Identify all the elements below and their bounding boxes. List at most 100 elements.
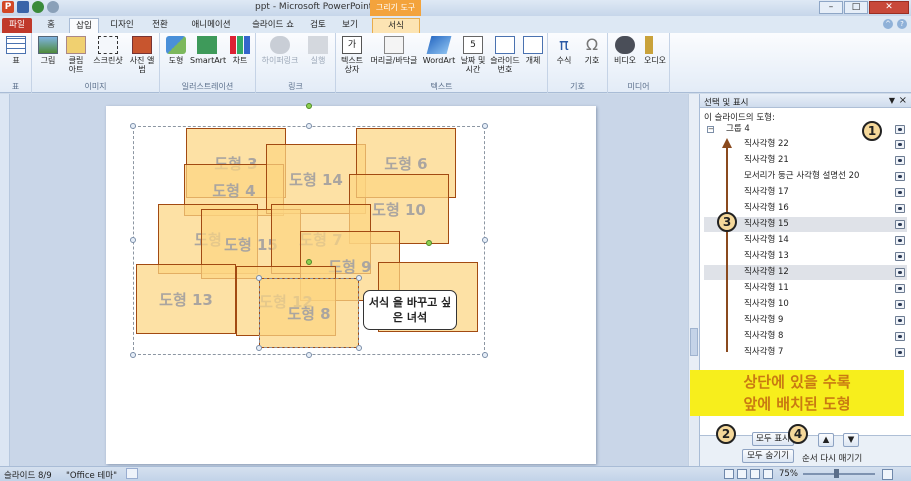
zoom-level[interactable]: 75% <box>779 469 798 479</box>
shapes-button[interactable]: 도형 <box>164 36 188 65</box>
visibility-eye-icon[interactable] <box>895 348 905 357</box>
visibility-eye-icon[interactable] <box>895 204 905 213</box>
collapse-toggle-icon[interactable]: − <box>707 126 714 133</box>
list-item[interactable]: 직사각형 16 <box>704 201 907 216</box>
list-item[interactable]: 직사각형 17 <box>704 185 907 200</box>
text-box-button[interactable]: 가 텍스트 상자 <box>338 36 366 74</box>
wordart-button[interactable]: WordArt <box>422 36 456 65</box>
clip-art-button[interactable]: 클립 아트 <box>64 36 88 74</box>
reading-view-icon[interactable] <box>750 469 760 479</box>
screenshot-button[interactable]: 스크린샷 <box>92 36 124 65</box>
rotation-handle[interactable] <box>306 103 312 109</box>
tab-design[interactable]: 디자인 <box>104 18 140 33</box>
visibility-eye-icon[interactable] <box>895 284 905 293</box>
resize-handle[interactable] <box>306 123 312 129</box>
minimize-ribbon-icon[interactable]: ^ <box>883 19 893 29</box>
resize-handle[interactable] <box>482 237 488 243</box>
visibility-eye-icon[interactable] <box>895 140 905 149</box>
close-button[interactable]: ✕ <box>869 1 909 14</box>
resize-handle[interactable] <box>356 275 362 281</box>
visibility-eye-icon[interactable] <box>895 300 905 309</box>
powerpoint-logo-icon[interactable]: P <box>2 1 14 13</box>
fit-to-window-icon[interactable] <box>882 469 893 480</box>
slideshow-view-icon[interactable] <box>763 469 773 479</box>
rotation-handle[interactable] <box>306 259 312 265</box>
object-button[interactable]: 개체 <box>522 36 544 65</box>
resize-handle[interactable] <box>130 352 136 358</box>
list-item[interactable]: 직사각형 11 <box>704 281 907 296</box>
list-item[interactable]: 직사각형 13 <box>704 249 907 264</box>
visibility-eye-icon[interactable] <box>895 172 905 181</box>
equation-button[interactable]: π 수식 <box>552 36 576 66</box>
visibility-eye-icon[interactable] <box>895 332 905 341</box>
visibility-eye-icon[interactable] <box>895 156 905 165</box>
visibility-eye-icon[interactable] <box>895 316 905 325</box>
normal-view-icon[interactable] <box>724 469 734 479</box>
save-icon[interactable] <box>17 1 29 13</box>
list-item[interactable]: 직사각형 7 <box>704 345 907 360</box>
speech-callout[interactable]: 서식 을 바꾸고 싶은 녀석 <box>363 290 457 330</box>
action-button[interactable]: 실행 <box>304 36 332 65</box>
rotation-handle[interactable] <box>426 240 432 246</box>
list-item-selected[interactable]: 직사각형 12 <box>704 265 907 280</box>
spellcheck-icon[interactable] <box>126 468 138 479</box>
tab-transitions[interactable]: 전환 <box>145 18 175 33</box>
tab-insert[interactable]: 삽입 <box>69 18 99 33</box>
zoom-slider-knob[interactable] <box>834 469 839 478</box>
resize-handle[interactable] <box>130 237 136 243</box>
resize-handle[interactable] <box>482 352 488 358</box>
chart-button[interactable]: 차트 <box>228 36 252 65</box>
resize-handle[interactable] <box>130 123 136 129</box>
header-footer-button[interactable]: 머리글/바닥글 <box>368 36 420 65</box>
hide-all-button[interactable]: 모두 숨기기 <box>742 449 794 463</box>
list-item[interactable]: 직사각형 21 <box>704 153 907 168</box>
help-icon[interactable]: ? <box>897 19 907 29</box>
left-splitter[interactable] <box>0 94 10 466</box>
picture-button[interactable]: 그림 <box>36 36 60 65</box>
pane-scroll-arrows[interactable] <box>690 414 699 466</box>
resize-handle[interactable] <box>256 275 262 281</box>
photo-album-button[interactable]: 사진 앨범 <box>128 36 156 74</box>
pane-dropdown-icon[interactable]: ▼ <box>889 96 895 105</box>
tab-home[interactable]: 홈 <box>40 18 62 33</box>
scrollbar-thumb[interactable] <box>690 328 698 356</box>
theme-name[interactable]: "Office 테마" <box>66 469 117 481</box>
hyperlink-button[interactable]: 하이퍼링크 <box>258 36 302 65</box>
visibility-eye-icon[interactable] <box>895 188 905 197</box>
tab-slideshow[interactable]: 슬라이드 쇼 <box>245 18 301 33</box>
resize-handle[interactable] <box>482 123 488 129</box>
list-item[interactable]: 직사각형 14 <box>704 233 907 248</box>
date-time-button[interactable]: 5 날짜 및 시간 <box>458 36 488 74</box>
visibility-eye-icon[interactable] <box>895 236 905 245</box>
smartart-button[interactable]: SmartArt <box>190 36 226 65</box>
zoom-slider[interactable] <box>803 473 875 475</box>
slide-number-button[interactable]: 슬라이드 번호 <box>490 36 520 74</box>
tab-review[interactable]: 검토 <box>306 18 330 33</box>
list-item[interactable]: 직사각형 10 <box>704 297 907 312</box>
move-down-button[interactable]: ▼ <box>843 433 859 447</box>
visibility-eye-icon[interactable] <box>895 268 905 277</box>
tab-view[interactable]: 보기 <box>338 18 362 33</box>
resize-handle[interactable] <box>256 345 262 351</box>
tab-format[interactable]: 서식 <box>372 18 420 33</box>
list-item[interactable]: 직사각형 8 <box>704 329 907 344</box>
table-button[interactable]: 표 <box>4 36 28 65</box>
list-item[interactable]: 모서리가 둥근 사각형 설명선 20 <box>704 169 907 184</box>
slide-sorter-icon[interactable] <box>737 469 747 479</box>
video-button[interactable]: 비디오 <box>612 36 638 65</box>
list-item[interactable]: 직사각형 9 <box>704 313 907 328</box>
resize-handle[interactable] <box>356 345 362 351</box>
tab-file[interactable]: 파일 <box>2 18 32 33</box>
pane-close-icon[interactable]: × <box>899 95 907 106</box>
slide[interactable]: 도형 3 도형 4 도형 14 도형 6 도형 10 도형 도형 15 도형 7… <box>106 103 596 464</box>
redo-icon[interactable] <box>47 1 59 13</box>
tab-animations[interactable]: 애니메이션 <box>182 18 240 33</box>
undo-icon[interactable] <box>32 1 44 13</box>
symbol-button[interactable]: Ω 기호 <box>580 36 604 66</box>
maximize-button[interactable]: □ <box>844 1 868 14</box>
minimize-button[interactable]: – <box>819 1 843 14</box>
audio-button[interactable]: 오디오 <box>642 36 668 65</box>
visibility-eye-icon[interactable] <box>895 252 905 261</box>
move-up-button[interactable]: ▲ <box>818 433 834 447</box>
visibility-eye-icon[interactable] <box>895 220 905 229</box>
